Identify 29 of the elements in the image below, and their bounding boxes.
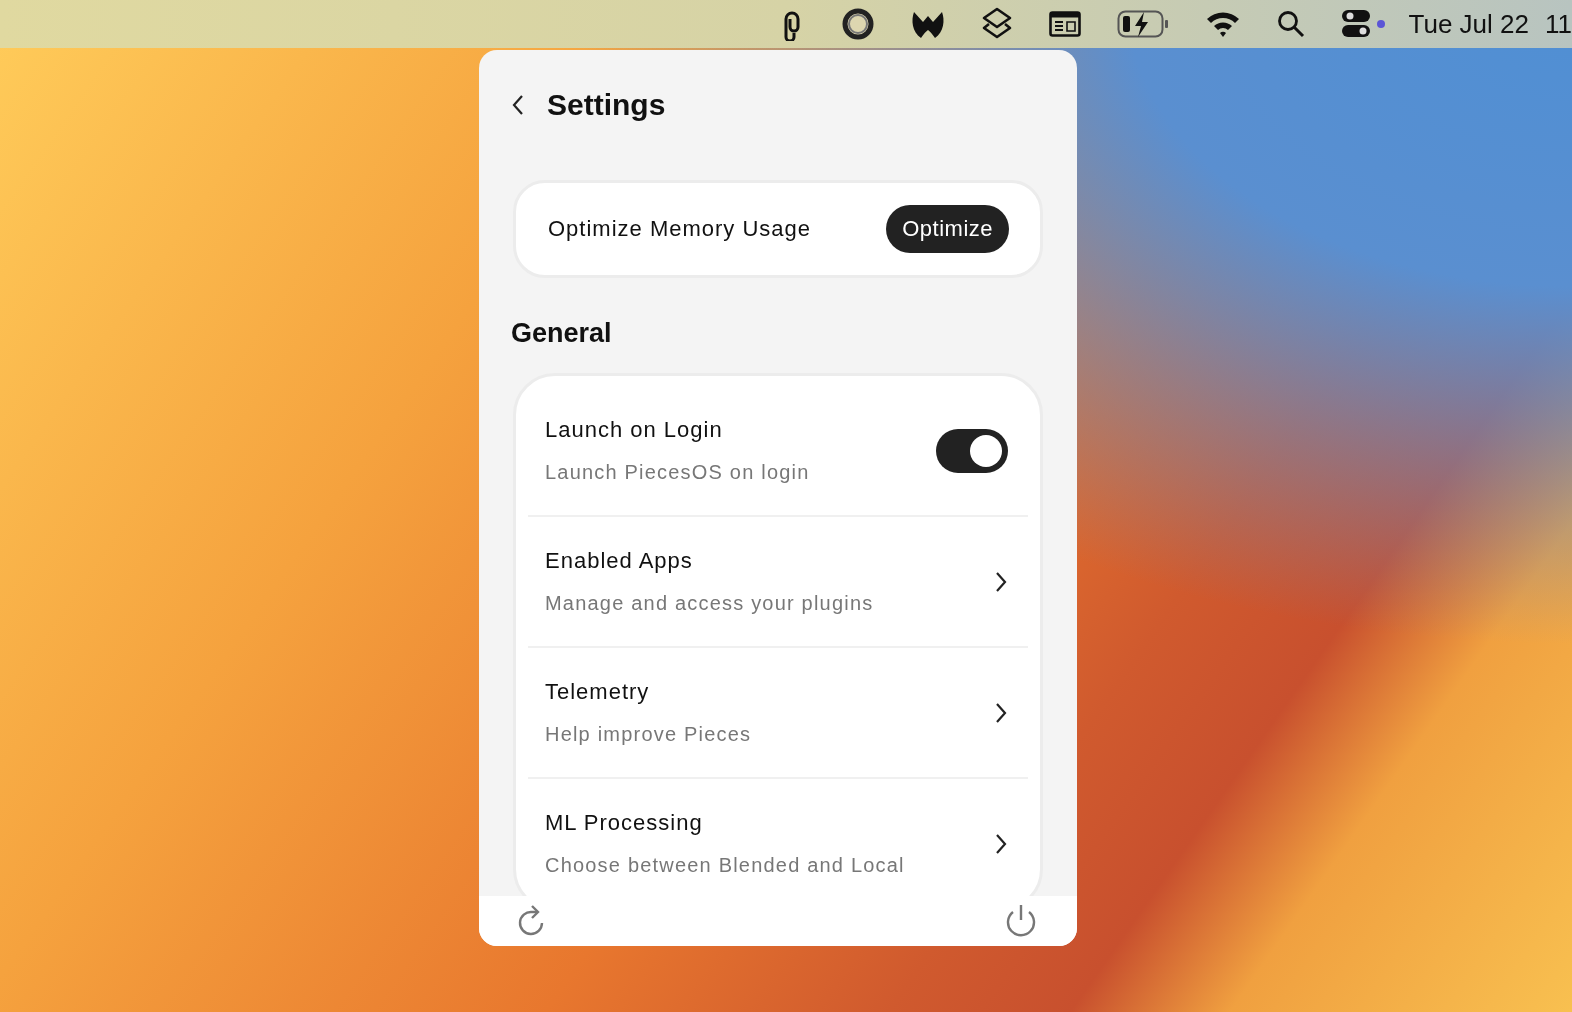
setting-description: Manage and access your plugins xyxy=(545,592,874,615)
setting-title: Telemetry xyxy=(545,679,651,705)
optimize-button[interactable]: Optimize xyxy=(886,205,1009,253)
chevron-right-icon xyxy=(994,570,1008,593)
control-center-icon[interactable] xyxy=(1340,9,1387,39)
setting-row[interactable]: Enabled Apps Manage and access your plugins xyxy=(528,517,1028,646)
setting-row[interactable]: Launch on Login Launch PiecesOS on login xyxy=(528,386,1028,515)
command-window-icon[interactable] xyxy=(1048,11,1081,37)
setting-description: Launch PiecesOS on login xyxy=(545,461,810,484)
memory-label: Optimize Memory Usage xyxy=(548,216,812,242)
window-title: Settings xyxy=(547,88,666,122)
setting-row[interactable]: ML Processing Choose between Blended and Local xyxy=(528,779,1028,896)
setting-description: Help improve Pieces xyxy=(545,723,752,746)
layers-icon[interactable] xyxy=(980,7,1013,41)
setting-title: ML Processing xyxy=(545,810,704,836)
toggle-switch[interactable] xyxy=(936,428,1008,473)
ring-icon[interactable] xyxy=(840,7,875,41)
battery-charging-icon[interactable] xyxy=(1116,10,1169,38)
section-heading: General xyxy=(511,318,613,349)
search-icon[interactable] xyxy=(1276,10,1305,38)
setting-row[interactable]: Telemetry Help improve Pieces xyxy=(528,648,1028,777)
chevron-right-icon xyxy=(994,832,1008,855)
setting-description: Choose between Blended and Local xyxy=(545,854,905,877)
chevron-right-icon xyxy=(994,701,1008,724)
chevron-left-icon xyxy=(511,94,525,116)
setting-title: Enabled Apps xyxy=(545,548,694,574)
setting-title: Launch on Login xyxy=(545,417,724,443)
menu-bar-clock: 11 xyxy=(1545,8,1572,40)
menu-bar-date: Tue Jul 22 xyxy=(1408,8,1529,40)
